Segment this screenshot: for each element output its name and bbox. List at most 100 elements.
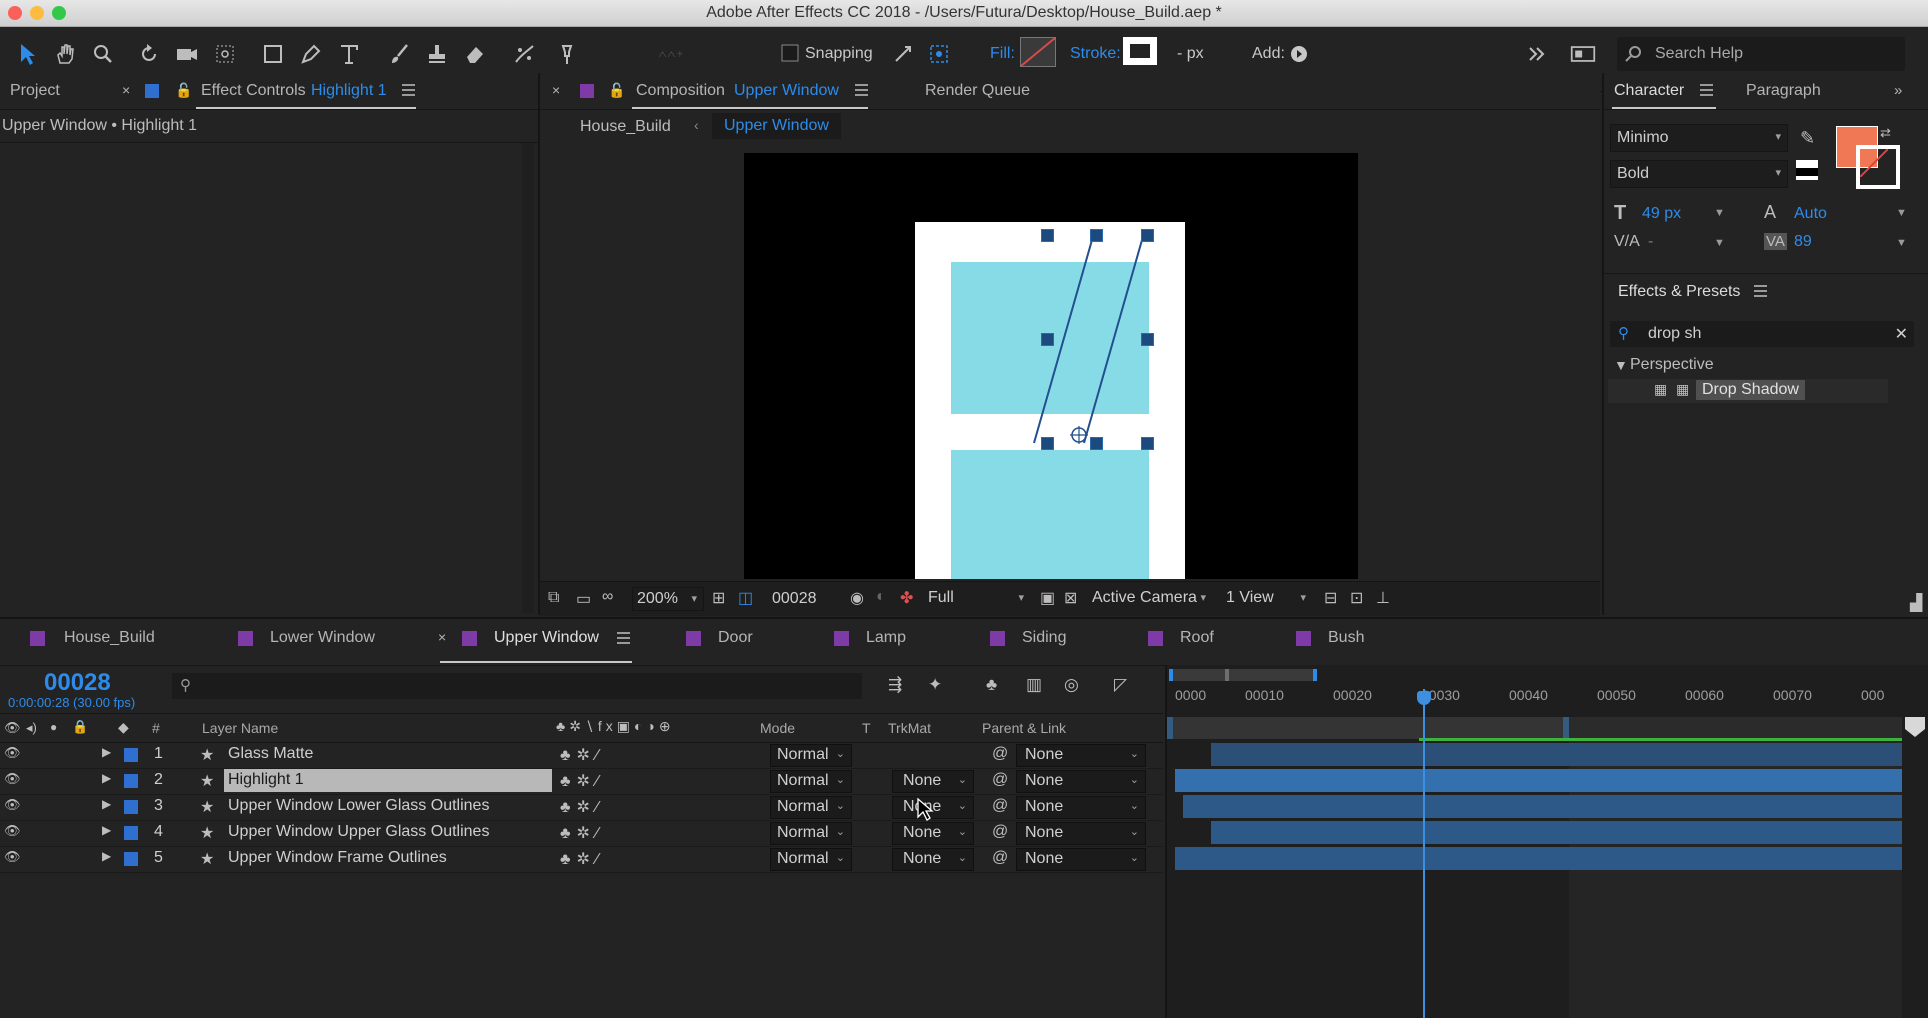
parent-dropdown[interactable]: None ⌄ (1016, 796, 1146, 819)
timeline-tab-door[interactable]: Door (718, 629, 753, 647)
timeline-tab-house-build[interactable]: House_Build (64, 629, 155, 647)
type-tool-icon[interactable] (336, 41, 362, 67)
tab-character[interactable]: Character (1614, 82, 1684, 100)
layer-row-1[interactable]: 👁 ▶ 1 ★ Glass Matte ♣✲∕ Normal ⌄ @ None ⌄ (0, 742, 1163, 769)
timeline-tab-roof[interactable]: Roof (1180, 629, 1214, 647)
effect-drop-shadow[interactable]: Drop Shadow (1696, 380, 1805, 400)
layer-row-5[interactable]: 👁 ▶ 5 ★ Upper Window Frame Outlines ♣✲∕ … (0, 846, 1163, 873)
graph-editor-icon[interactable]: ◸ (1114, 675, 1127, 695)
parent-dropdown[interactable]: None ⌄ (1016, 744, 1146, 767)
puppet-tool-icon[interactable] (554, 41, 580, 67)
effects-category[interactable]: Perspective (1630, 356, 1714, 374)
rectangle-tool-icon[interactable] (260, 41, 286, 67)
twirl-triangle-icon[interactable]: ▶ (102, 771, 111, 785)
close-window-button[interactable] (8, 6, 22, 20)
lock-icon[interactable]: 🔓 (175, 82, 192, 99)
panel-overflow-icon[interactable]: » (1894, 82, 1902, 99)
playhead-handle[interactable] (1417, 691, 1431, 705)
timeline-link-icon[interactable]: ⊥ (1376, 588, 1390, 608)
mode-dropdown[interactable]: Normal ⌄ (770, 770, 852, 793)
search-help-box[interactable]: Search Help (1617, 37, 1905, 71)
clear-search-icon[interactable]: ✕ (1895, 324, 1908, 344)
path-vertex-handle[interactable] (1041, 437, 1054, 450)
path-vertex-handle[interactable] (1090, 437, 1103, 450)
playhead-line[interactable] (1423, 689, 1425, 1018)
timeline-tab-upper-window[interactable]: Upper Window (494, 629, 599, 647)
layer-label-color[interactable] (124, 852, 138, 866)
eye-icon[interactable]: 👁 (4, 797, 21, 813)
effects-item-row[interactable]: ▦ ▦ Drop Shadow (1608, 379, 1888, 403)
camera-dropdown[interactable]: Active Camera ▾ (1088, 587, 1212, 609)
column-layer-name[interactable]: Layer Name (202, 720, 278, 736)
effects-presets-title[interactable]: Effects & Presets (1618, 283, 1740, 301)
path-vertex-handle[interactable] (1090, 229, 1103, 242)
layer-name[interactable]: Glass Matte (228, 745, 313, 763)
layer-bar-5[interactable] (1175, 847, 1902, 870)
layer-search-input[interactable]: ⚲ (172, 673, 862, 699)
pick-whip-icon[interactable]: @ (992, 823, 1008, 841)
path-vertex-handle[interactable] (1141, 229, 1154, 242)
tab-paragraph[interactable]: Paragraph (1746, 82, 1821, 100)
panel-menu-icon[interactable] (855, 84, 868, 96)
comp-end-marker-icon[interactable] (1905, 717, 1925, 737)
timeline-tab-lower-window[interactable]: Lower Window (270, 629, 375, 647)
parent-dropdown[interactable]: None ⌄ (1016, 770, 1146, 793)
pick-whip-icon[interactable]: @ (992, 771, 1008, 789)
clone-stamp-tool-icon[interactable] (424, 41, 450, 67)
effects-search-box[interactable]: ⚲ drop sh ✕ (1610, 321, 1914, 347)
zoom-tool-icon[interactable] (90, 41, 116, 67)
camera-tool-icon[interactable] (174, 41, 200, 67)
eye-icon[interactable]: 👁 (4, 849, 21, 865)
snap-target-icon[interactable] (926, 41, 952, 67)
eye-icon[interactable]: 👁 (4, 823, 21, 839)
region-of-interest-icon[interactable]: ▣ (1040, 588, 1055, 608)
timeline-tab-lamp[interactable]: Lamp (866, 629, 906, 647)
white-swatch[interactable] (1796, 160, 1818, 180)
twirl-triangle-icon[interactable]: ▶ (102, 745, 111, 759)
tab-composition[interactable]: Composition (636, 82, 725, 100)
layer-name[interactable]: Upper Window Upper Glass Outlines (228, 823, 489, 841)
font-family-dropdown[interactable]: Minimo ▾ (1610, 124, 1788, 152)
toggle-pixel-aspect-icon[interactable]: ⊟ (1324, 588, 1337, 608)
twirl-triangle-icon[interactable]: ▶ (102, 849, 111, 863)
layer-row-4[interactable]: 👁 ▶ 4 ★ Upper Window Upper Glass Outline… (0, 820, 1163, 847)
layer-bar-1[interactable] (1211, 743, 1902, 766)
pick-whip-icon[interactable]: @ (992, 849, 1008, 867)
current-timecode[interactable]: 00028 (44, 669, 111, 697)
layer-switches-icons[interactable]: ♣✲∕ (560, 745, 605, 765)
eye-icon[interactable]: 👁 (4, 745, 21, 761)
chevron-down-icon[interactable]: ▼ (1896, 207, 1907, 219)
draft-3d-icon[interactable]: ✦ (928, 675, 942, 695)
layer-bar-2[interactable] (1175, 769, 1902, 792)
layer-switches-icons[interactable]: ♣✲∕ (560, 797, 605, 817)
breadcrumb-active[interactable]: Upper Window (712, 113, 841, 139)
close-tab-icon[interactable]: × (122, 82, 130, 98)
panel-menu-icon[interactable] (617, 632, 630, 644)
mode-dropdown[interactable]: Normal ⌄ (770, 796, 852, 819)
snap-options-icon[interactable] (890, 41, 916, 67)
current-frame-value[interactable]: 00028 (772, 590, 817, 608)
view-layout-dropdown[interactable]: 1 View ▾ (1222, 587, 1312, 609)
layer-switches-icons[interactable]: ♣✲∕ (560, 771, 605, 791)
stroke-swatch[interactable] (1123, 37, 1157, 65)
resolution-dropdown[interactable]: Full ▾ (920, 587, 1030, 609)
pick-whip-icon[interactable]: @ (992, 745, 1008, 763)
stroke-color-swatch[interactable] (1856, 145, 1900, 189)
tab-render-queue[interactable]: Render Queue (925, 82, 1030, 100)
mode-dropdown[interactable]: Normal ⌄ (770, 744, 852, 767)
fit-icon[interactable]: ⊞ (712, 588, 725, 608)
snapshot-camera-icon[interactable]: ◉ (850, 588, 864, 608)
twirl-triangle-icon[interactable]: ▶ (102, 823, 111, 837)
pick-whip-icon[interactable]: @ (992, 797, 1008, 815)
trkmat-dropdown[interactable]: None ⌄ (892, 822, 974, 845)
fill-swatch[interactable] (1020, 37, 1056, 67)
panel-menu-icon[interactable] (1700, 84, 1713, 96)
monitor-icon[interactable]: ▭ (576, 589, 591, 609)
panel-menu-icon[interactable] (402, 84, 415, 96)
vr-goggles-icon[interactable]: ∞ (602, 588, 613, 606)
chevron-down-icon[interactable]: ▼ (1714, 237, 1725, 249)
breadcrumb-parent[interactable]: House_Build (580, 118, 671, 136)
fast-previews-icon[interactable]: ⊡ (1350, 588, 1363, 608)
toggle-transparency-icon[interactable]: ⊠ (1064, 588, 1077, 608)
stroke-width-value[interactable]: - px (1177, 45, 1204, 63)
